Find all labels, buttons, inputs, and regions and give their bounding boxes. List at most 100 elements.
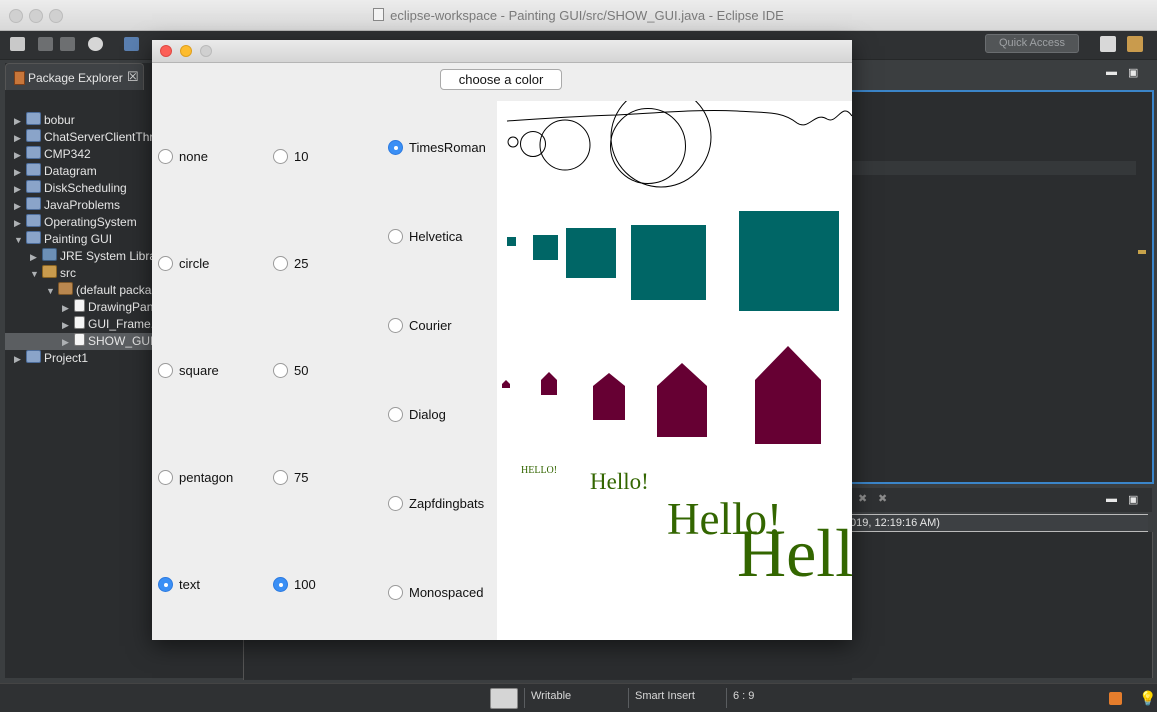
java-perspective-icon[interactable] [1127,36,1143,52]
profile-icon[interactable] [88,37,103,51]
collapse-arrow-icon[interactable]: ▼ [30,266,40,283]
radio-indicator[interactable] [388,496,403,511]
radio-indicator[interactable] [158,577,173,592]
app-close-button[interactable] [160,45,172,57]
tree-item-diskscheduling[interactable]: ▶ DiskScheduling [14,180,127,197]
remove-all-icon[interactable]: ✖ [878,492,887,505]
radio-indicator[interactable] [388,585,403,600]
tree-item-label: bobur [44,113,75,127]
drawn-pentagon [541,372,557,395]
radio-label: pentagon [179,470,234,485]
overview-ruler-marker[interactable] [1138,250,1146,254]
radio-indicator[interactable] [158,256,173,271]
tree-item-painting-gui[interactable]: ▼ Painting GUI [14,231,112,248]
expand-arrow-icon[interactable]: ▶ [62,317,72,334]
radio-indicator[interactable] [388,318,403,333]
expand-arrow-icon[interactable]: ▶ [14,215,24,232]
tab-package-explorer[interactable]: Package Explorer ☒ [5,63,144,91]
project-icon [26,129,41,142]
tree-item-cmp342[interactable]: ▶ CMP342 [14,146,91,163]
tree-item-chatserver[interactable]: ▶ ChatServerClientThre [14,129,160,146]
project-icon [26,112,41,125]
tree-item-jre-library[interactable]: ▶ JRE System Libra [30,248,156,265]
tree-item-operatingsystem[interactable]: ▶ OperatingSystem [14,214,137,231]
radio-indicator[interactable] [158,149,173,164]
new-icon[interactable] [10,37,25,51]
choose-color-button[interactable]: choose a color [440,69,562,90]
rss-icon[interactable] [1109,692,1122,705]
skip-breakpoints-icon[interactable] [124,37,139,51]
maximize-view-icon[interactable]: ▣ [1128,66,1138,79]
open-perspective-icon[interactable] [1100,36,1116,52]
tree-item-label: DrawingPan [88,300,154,314]
eclipse-titlebar: eclipse-workspace - Painting GUI/src/SHO… [0,0,1157,31]
tree-item-src[interactable]: ▼ src [30,265,76,282]
save-icon[interactable] [38,37,53,51]
expand-arrow-icon[interactable]: ▶ [62,334,72,351]
status-cursor-position: 6 : 9 [733,690,755,702]
project-icon [26,231,41,244]
radio-indicator[interactable] [273,149,288,164]
radio-label: 75 [294,470,309,485]
drawing-canvas[interactable]: HELLO! Hello! Hello! Hello! [497,101,852,640]
minimize-view-icon[interactable]: ▬ [1106,493,1117,505]
tree-item-label: Painting GUI [44,232,113,246]
expand-arrow-icon[interactable]: ▶ [14,113,24,130]
app-titlebar [152,40,852,63]
expand-arrow-icon[interactable]: ▶ [62,300,72,317]
maximize-view-icon[interactable]: ▣ [1128,493,1138,506]
lightbulb-icon[interactable]: 💡 [1139,690,1156,707]
collapse-arrow-icon[interactable]: ▼ [14,232,24,249]
expand-arrow-icon[interactable]: ▶ [14,181,24,198]
drawn-circle [610,108,686,184]
app-minimize-button[interactable] [180,45,192,57]
close-icon[interactable]: ☒ [127,69,139,85]
radio-indicator[interactable] [388,407,403,422]
radio-label: none [179,149,208,164]
terminate-icon[interactable]: ✖ [858,492,867,505]
console-output[interactable] [850,532,1153,678]
radio-indicator[interactable] [273,470,288,485]
tree-item-gui-frame[interactable]: ▶ GUI_Frame. [62,316,154,333]
status-insert-mode: Smart Insert [635,690,695,702]
tree-item-javaproblems[interactable]: ▶ JavaProblems [14,197,120,214]
project-icon [26,163,41,176]
drawn-pentagon [593,373,625,420]
tree-item-default-package[interactable]: ▼ (default packa [46,282,151,299]
tree-item-label: GUI_Frame. [88,317,155,331]
expand-arrow-icon[interactable]: ▶ [14,351,24,368]
tree-item-drawingpanel[interactable]: ▶ DrawingPan [62,299,153,316]
collapse-arrow-icon[interactable]: ▼ [46,283,56,300]
editor-area[interactable] [850,90,1154,484]
app-zoom-button[interactable] [200,45,212,57]
tree-item-label: CMP342 [44,147,91,161]
java-file-icon [74,316,85,329]
tree-item-label: src [60,266,76,280]
save-all-icon[interactable] [60,37,75,51]
drawn-square [533,235,558,260]
radio-indicator[interactable] [273,577,288,592]
radio-indicator[interactable] [158,470,173,485]
drawing-surface[interactable]: HELLO! Hello! Hello! Hello! [497,101,852,640]
status-icon[interactable] [490,688,518,709]
radio-indicator[interactable] [158,363,173,378]
radio-indicator[interactable] [388,140,403,155]
drawn-pentagon [657,363,707,437]
radio-indicator[interactable] [273,363,288,378]
expand-arrow-icon[interactable]: ▶ [14,147,24,164]
radio-label: Zapfdingbats [409,496,485,511]
expand-arrow-icon[interactable]: ▶ [30,249,40,266]
tree-item-bobur[interactable]: ▶ bobur [14,112,75,129]
expand-arrow-icon[interactable]: ▶ [14,164,24,181]
minimize-view-icon[interactable]: ▬ [1106,66,1117,78]
quick-access-field[interactable]: Quick Access [985,34,1079,53]
tree-item-label: JRE System Libra [60,249,157,263]
expand-arrow-icon[interactable]: ▶ [14,130,24,147]
tree-item-project1[interactable]: ▶ Project1 [14,350,88,367]
java-file-icon [74,333,85,346]
radio-label: 10 [294,149,309,164]
expand-arrow-icon[interactable]: ▶ [14,198,24,215]
radio-indicator[interactable] [388,229,403,244]
radio-indicator[interactable] [273,256,288,271]
tree-item-datagram[interactable]: ▶ Datagram [14,163,97,180]
